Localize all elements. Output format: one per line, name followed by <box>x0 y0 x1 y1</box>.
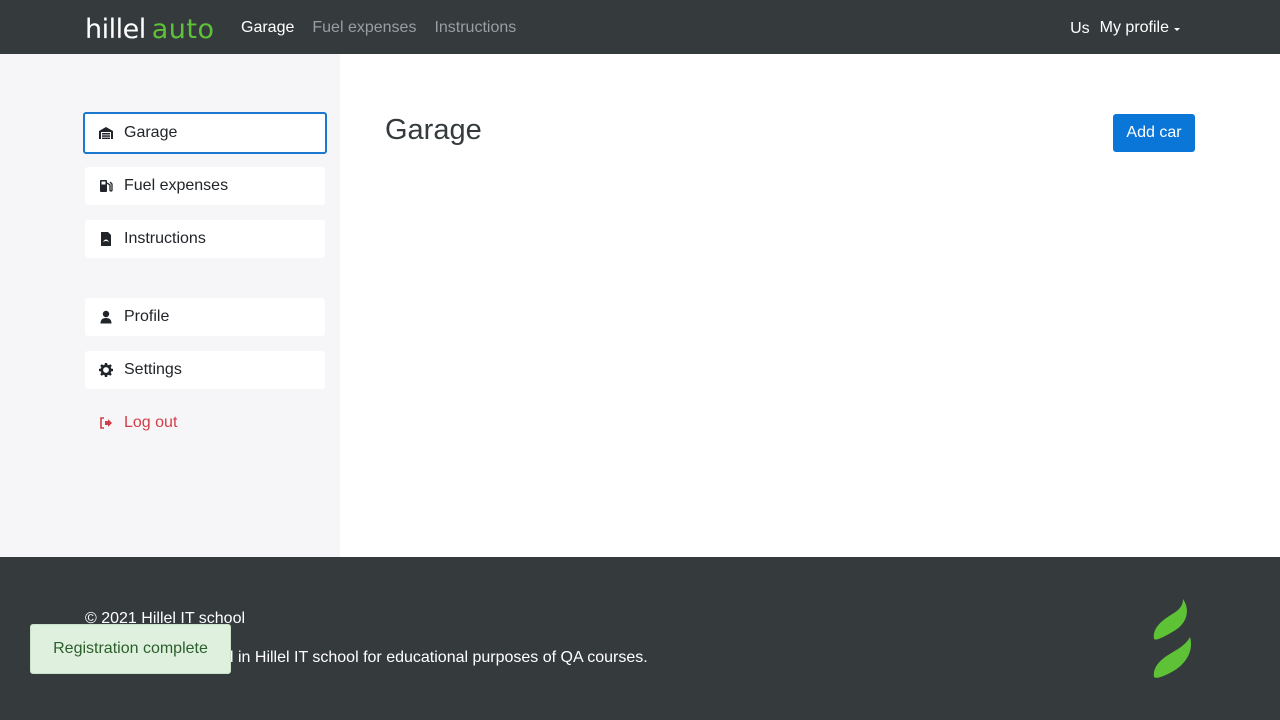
hillel-leaf-logo-icon <box>1150 597 1196 684</box>
garage-icon <box>98 125 114 141</box>
caret-down-icon <box>1174 27 1180 31</box>
sidebar-item-instructions[interactable]: Instructions <box>85 220 325 258</box>
registration-toast: Registration complete <box>30 624 231 674</box>
sidebar: Garage Fuel expenses Instructions Profil… <box>0 54 340 557</box>
top-nav: Garage Fuel expenses Instructions <box>241 18 516 38</box>
sidebar-item-log-out[interactable]: Log out <box>85 404 325 442</box>
my-profile-label: My profile <box>1099 19 1169 36</box>
sidebar-item-profile[interactable]: Profile <box>85 298 325 336</box>
top-navbar: hillel auto Garage Fuel expenses Instruc… <box>0 0 1280 54</box>
add-car-button[interactable]: Add car <box>1113 114 1195 152</box>
user-icon <box>98 309 114 325</box>
topnav-fuel-expenses-link[interactable]: Fuel expenses <box>312 18 416 38</box>
sidebar-item-label: Instructions <box>124 230 206 247</box>
sidebar-item-label: Profile <box>124 308 170 325</box>
logout-icon <box>98 415 114 431</box>
sidebar-item-label: Fuel expenses <box>124 177 229 194</box>
user-area: Us My profile <box>1070 18 1180 38</box>
hillel-auto-logo[interactable]: hillel auto <box>85 9 215 43</box>
topnav-garage-link[interactable]: Garage <box>241 18 294 38</box>
logo-hillel-text: hillel <box>85 14 146 45</box>
sidebar-item-label: Garage <box>124 124 178 141</box>
page-title: Garage <box>385 114 482 146</box>
sidebar-item-settings[interactable]: Settings <box>85 351 325 389</box>
sidebar-item-garage[interactable]: Garage <box>83 112 327 154</box>
logo-auto-text: auto <box>151 14 215 45</box>
pdf-file-icon <box>98 231 114 247</box>
sidebar-item-label: Log out <box>124 414 178 431</box>
toast-message: Registration complete <box>53 640 208 657</box>
sidebar-item-label: Settings <box>124 361 182 378</box>
user-avatar[interactable]: Us <box>1070 20 1090 38</box>
topnav-instructions-link[interactable]: Instructions <box>434 18 516 38</box>
sidebar-item-fuel-expenses[interactable]: Fuel expenses <box>85 167 325 205</box>
my-profile-dropdown[interactable]: My profile <box>1100 19 1180 37</box>
fuel-icon <box>98 178 114 194</box>
gear-icon <box>98 362 114 378</box>
